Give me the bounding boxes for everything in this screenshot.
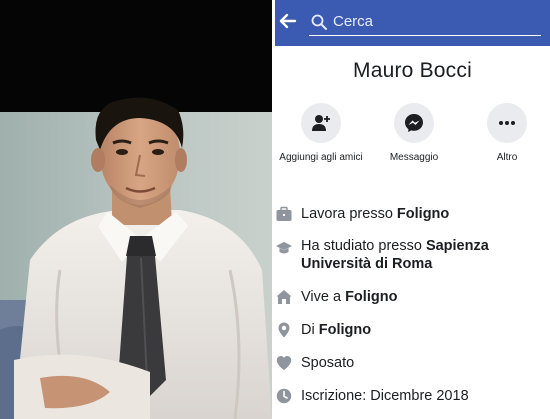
add-friend-label: Aggiungi agli amici: [279, 152, 363, 163]
top-bar: Cerca: [275, 0, 550, 46]
more-dots-icon: [487, 103, 527, 143]
message-button[interactable]: Messaggio: [372, 103, 456, 166]
info-row-joined: Iscrizione: Dicembre 2018: [275, 388, 550, 418]
info-row-work: Lavora presso Foligno: [275, 206, 550, 236]
profile-name: Mauro Bocci: [353, 59, 472, 82]
clock-icon: [276, 388, 292, 404]
info-row-from: Di Foligno: [275, 322, 550, 352]
info-lives-value[interactable]: Foligno: [345, 289, 397, 305]
info-lives-prefix: Vive a: [301, 289, 346, 305]
info-work-prefix: Lavora presso: [301, 206, 397, 222]
profile-photo: [0, 0, 272, 419]
add-friend-icon: [301, 103, 341, 143]
facebook-profile-screen: Cerca Mauro Bocci Aggiungi agli amici Me…: [275, 0, 550, 419]
info-from-value[interactable]: Foligno: [319, 322, 371, 338]
info-row-relationship: Sposato: [275, 355, 550, 385]
more-label: Altro: [496, 152, 518, 163]
info-joined-text: Iscrizione: Dicembre 2018: [301, 388, 469, 404]
messenger-icon: [394, 103, 434, 143]
search-icon: [311, 14, 327, 30]
info-from-prefix: Di: [301, 322, 319, 338]
add-friend-button[interactable]: Aggiungi agli amici: [279, 103, 363, 166]
info-row-education: Ha studiato presso Sapienza Università d…: [275, 238, 550, 276]
message-label: Messaggio: [389, 152, 439, 163]
info-row-lives: Vive a Foligno: [275, 289, 550, 319]
back-arrow-icon: [279, 12, 297, 35]
home-icon: [276, 289, 292, 305]
back-button[interactable]: [277, 12, 299, 34]
briefcase-icon: [276, 206, 292, 222]
graduation-cap-icon: [276, 240, 292, 256]
info-work-value[interactable]: Foligno: [397, 206, 449, 222]
search-placeholder: Cerca: [333, 13, 374, 30]
more-button[interactable]: Altro: [465, 103, 549, 166]
location-pin-icon: [276, 322, 292, 338]
info-relationship-text: Sposato: [301, 355, 355, 371]
heart-icon: [276, 355, 292, 371]
search-input[interactable]: Cerca: [309, 11, 541, 36]
info-education-prefix: Ha studiato presso: [301, 238, 426, 254]
